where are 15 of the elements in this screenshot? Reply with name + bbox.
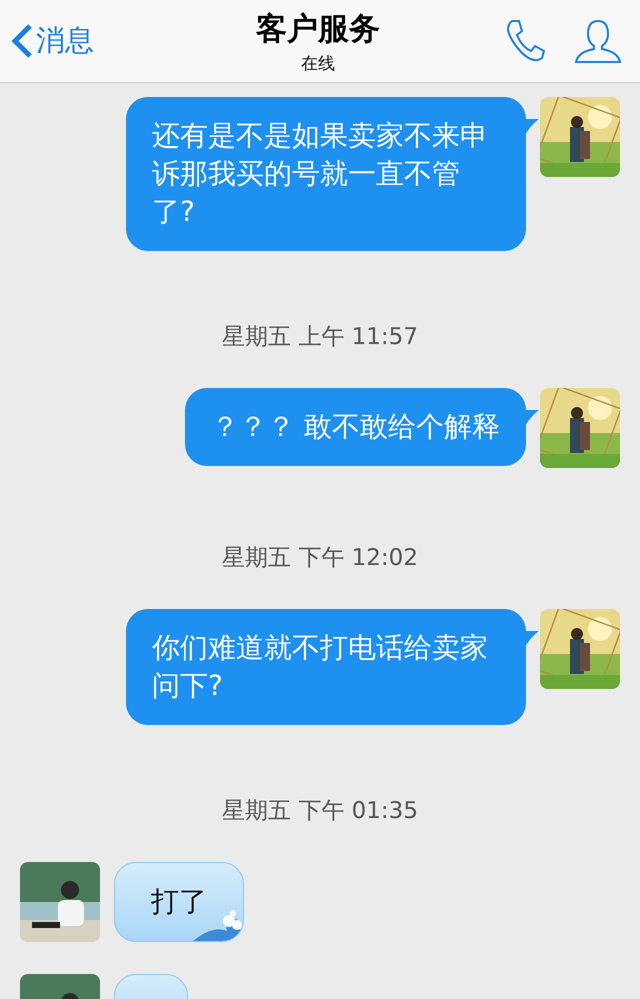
online-status: 在线 xyxy=(301,52,335,74)
message-bubble: 打了 xyxy=(114,862,244,942)
bubble-tail xyxy=(525,119,539,135)
timestamp: 星期五 下午 01:35 xyxy=(222,797,418,826)
profile-button[interactable] xyxy=(574,18,622,64)
chat-title: 客户服务 xyxy=(256,10,380,48)
chevron-left-icon xyxy=(10,23,34,59)
timestamp: 星期五 下午 12:02 xyxy=(222,544,418,573)
bubble-tail xyxy=(525,631,539,647)
phone-icon xyxy=(504,18,546,64)
person-icon xyxy=(574,18,622,64)
bubble-tail xyxy=(525,410,539,426)
back-button[interactable]: 消息 xyxy=(10,21,160,61)
phone-button[interactable] xyxy=(504,18,546,64)
timestamp: 星期五 上午 11:57 xyxy=(222,323,418,352)
